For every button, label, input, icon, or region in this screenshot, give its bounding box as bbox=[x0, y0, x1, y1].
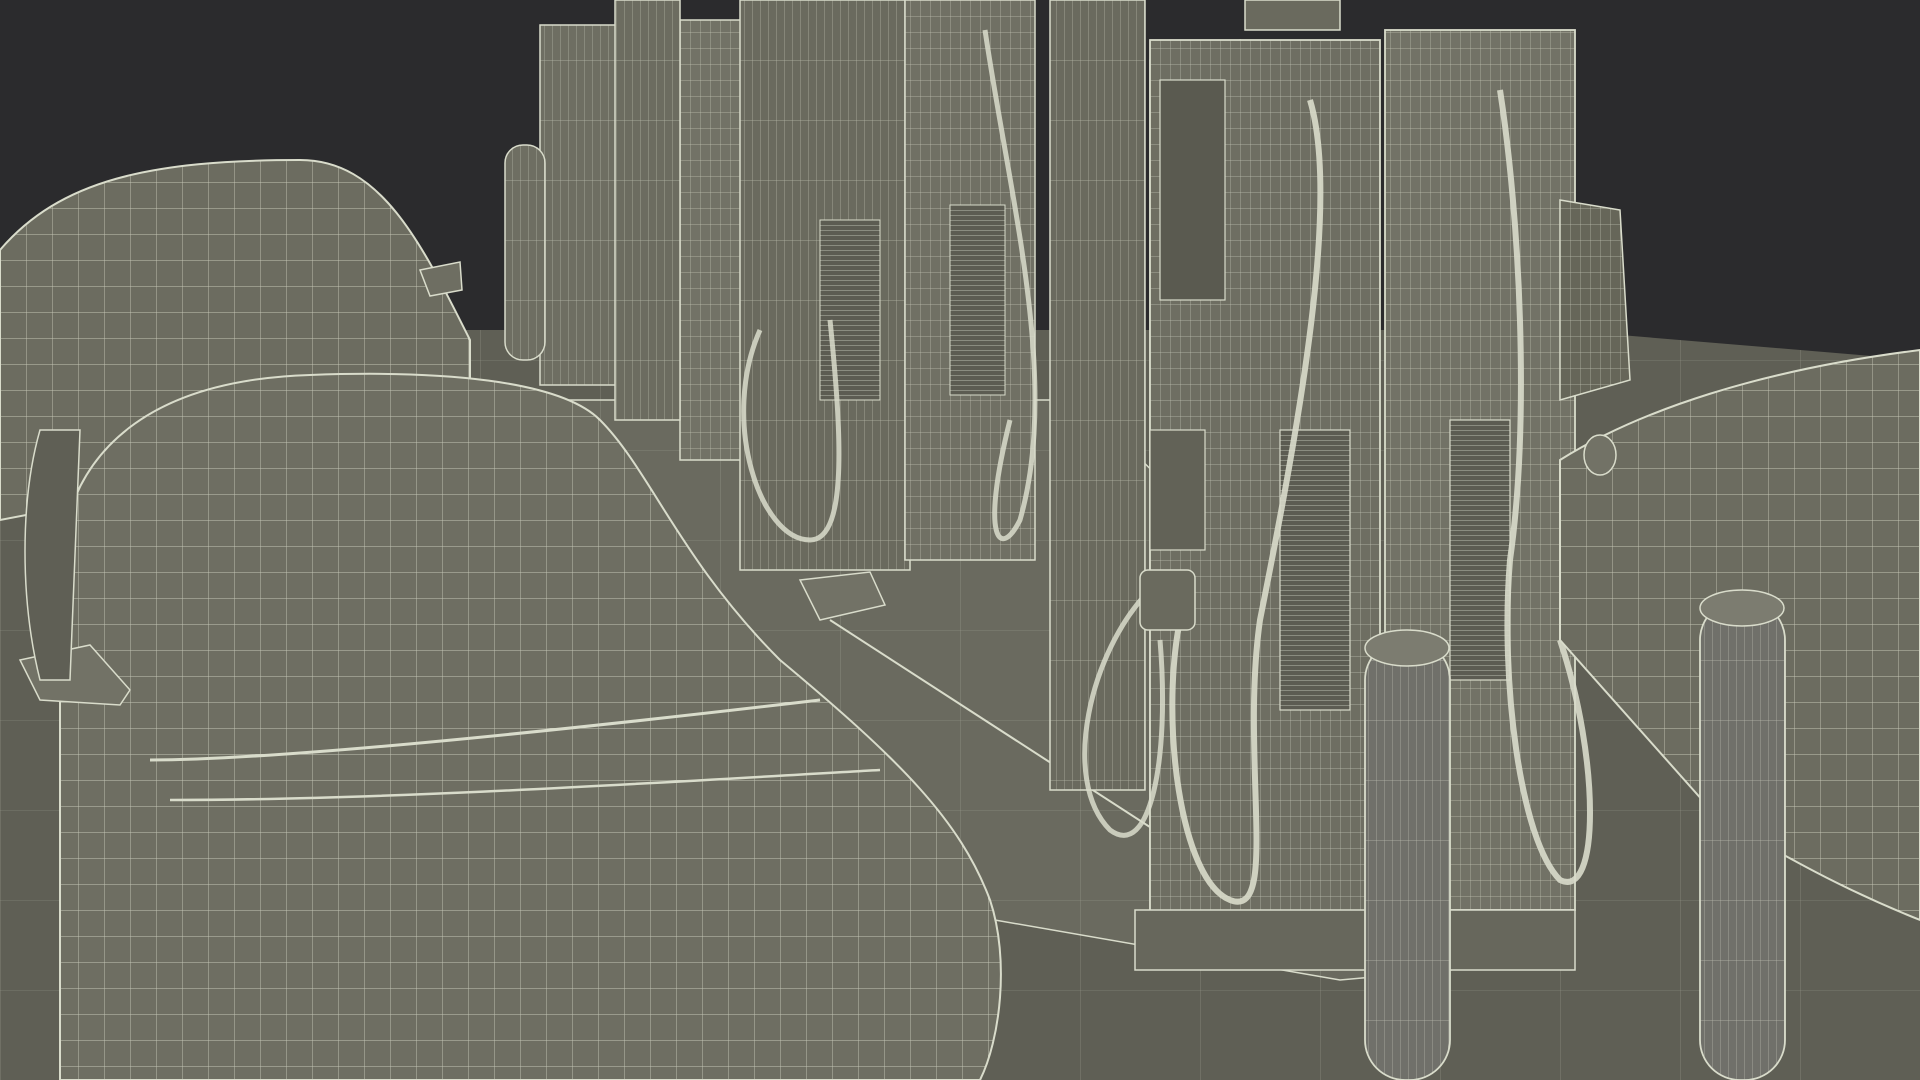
scene-svg bbox=[0, 0, 1920, 1080]
charger-pair-front bbox=[1082, 29, 1593, 971]
render-viewport bbox=[0, 0, 1920, 1080]
